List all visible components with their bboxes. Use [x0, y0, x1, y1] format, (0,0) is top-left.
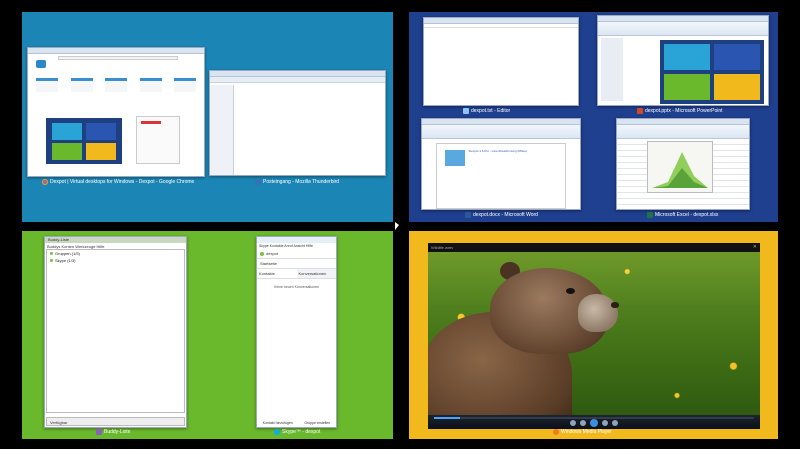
mouse-cursor-icon — [395, 222, 399, 230]
add-contact-button[interactable]: Kontakt hinzufügen — [263, 421, 293, 425]
tab-contacts[interactable]: Kontakte — [257, 269, 297, 278]
doc-image — [445, 150, 465, 166]
demo-screenshot — [46, 118, 122, 164]
doc-heading: Dexpot 1.6 Pro - Lizenzbestimmung (Miete… — [469, 149, 527, 153]
status-icon — [50, 252, 53, 255]
play-pause-icon[interactable] — [590, 419, 598, 427]
chrome-icon — [42, 179, 48, 185]
buddy-list-caption[interactable]: Buddy-Liste — [96, 429, 130, 435]
ribbon[interactable] — [617, 125, 749, 139]
video-frame[interactable] — [428, 252, 760, 429]
word-icon — [465, 212, 471, 218]
pidgin-icon — [96, 429, 102, 435]
volume-icon[interactable] — [612, 420, 618, 426]
powerpoint-caption[interactable]: dexpot.pptx - Microsoft PowerPoint — [637, 108, 723, 114]
buddy-list-window[interactable]: Buddy-Liste Buddys Konten Werkzeuge Hilf… — [44, 236, 187, 428]
status-selector[interactable]: Verfügbar — [46, 417, 185, 426]
chrome-window[interactable] — [27, 47, 205, 177]
status-label: Verfügbar — [50, 420, 68, 425]
home-label: Startseite — [260, 261, 277, 266]
user-status-icon — [260, 251, 264, 256]
thunderbird-window[interactable] — [209, 70, 386, 176]
excel-icon — [647, 212, 653, 218]
player-caption-label: Windows Media Player — [561, 429, 612, 435]
marmot-nose — [611, 302, 619, 308]
address-bar[interactable] — [58, 56, 178, 60]
skype-username: dexpot — [266, 251, 279, 256]
skype-footer: Kontakt hinzufügen Gruppe erstellen — [257, 421, 336, 425]
list-item[interactable]: Gruppen (1/5) — [47, 250, 184, 257]
document-page[interactable]: Dexpot 1.6 Pro - Lizenzbestimmung (Miete… — [436, 143, 566, 209]
area-chart[interactable] — [647, 141, 713, 193]
chrome-caption-label: Dexpot | Virtual desktops for Windows - … — [50, 179, 195, 185]
ribbon[interactable] — [422, 125, 580, 139]
create-group-button[interactable]: Gruppe erstellen — [304, 421, 330, 425]
promo-box — [136, 116, 180, 164]
menu-bar[interactable] — [424, 24, 578, 28]
ribbon[interactable] — [598, 22, 768, 36]
status-icon — [50, 259, 53, 262]
skype-caption[interactable]: Skype™ - dexpot — [274, 429, 320, 435]
dexpot-logo — [36, 60, 46, 68]
powerpoint-caption-label: dexpot.pptx - Microsoft PowerPoint — [645, 108, 723, 114]
buddy-caption-label: Buddy-Liste — [104, 429, 131, 435]
empty-conversations-text: Keine neuen Konversationen — [274, 285, 319, 289]
media-player-window[interactable]: Wildlife.wmv ✕ — [428, 243, 760, 429]
skype-window[interactable]: Skype Kontakte Anruf Ansicht Hilfe dexpo… — [256, 236, 337, 428]
word-caption-label: dexpot.docx - Microsoft Word — [473, 212, 538, 218]
excel-caption[interactable]: Microsoft Excel - dexpot.xlsx — [647, 212, 718, 218]
skype-caption-label: Skype™ - dexpot — [282, 429, 321, 435]
desktop-1[interactable]: Dexpot | Virtual desktops for Windows - … — [22, 12, 393, 222]
site-navigation — [36, 78, 196, 92]
buddy-contact-list[interactable]: Gruppen (1/5) Skype (1/3) — [46, 249, 185, 413]
excel-caption-label: Microsoft Excel - dexpot.xlsx — [655, 212, 719, 218]
close-icon[interactable]: ✕ — [753, 244, 757, 250]
editor-window[interactable] — [423, 17, 579, 106]
desktop-3[interactable]: Buddy-Liste Buddys Konten Werkzeuge Hilf… — [22, 231, 393, 439]
previous-icon[interactable] — [580, 420, 586, 426]
stop-icon[interactable] — [570, 420, 576, 426]
player-title: Wildlife.wmv — [431, 245, 454, 250]
slide-canvas[interactable] — [660, 40, 764, 104]
skype-home-item[interactable]: Startseite — [257, 259, 336, 269]
playback-controls[interactable] — [428, 415, 760, 429]
skype-profile[interactable]: dexpot — [257, 249, 336, 259]
skype-icon — [274, 429, 280, 435]
thunderbird-icon — [255, 179, 261, 185]
notepad-icon — [463, 108, 469, 114]
desktop-2[interactable]: dexpot.txt - Editor dexpot.pptx - Micros… — [409, 12, 778, 222]
folder-pane[interactable] — [210, 85, 234, 175]
desktop-4[interactable]: Wildlife.wmv ✕ Windows Media Player — [409, 231, 778, 439]
chart-shape — [652, 152, 708, 188]
powerpoint-icon — [637, 108, 643, 114]
media-player-icon — [553, 429, 559, 435]
editor-caption-label: dexpot.txt - Editor — [471, 108, 511, 114]
thunderbird-caption-label: Posteingang - Mozilla Thunderbird — [263, 179, 340, 185]
skype-tabs[interactable]: Kontakte Konversationen — [257, 269, 336, 279]
group-label: Skype (1/3) — [55, 258, 76, 263]
powerpoint-window[interactable] — [597, 15, 769, 106]
player-titlebar[interactable]: Wildlife.wmv ✕ — [428, 243, 760, 252]
marmot-eye — [566, 288, 575, 294]
word-window[interactable]: Dexpot 1.6 Pro - Lizenzbestimmung (Miete… — [421, 118, 581, 210]
media-player-caption[interactable]: Windows Media Player — [553, 429, 612, 435]
word-caption[interactable]: dexpot.docx - Microsoft Word — [465, 212, 538, 218]
toolbar — [210, 77, 385, 83]
slide-thumbnails[interactable] — [601, 38, 623, 101]
thunderbird-caption[interactable]: Posteingang - Mozilla Thunderbird — [255, 179, 339, 185]
marmot-snout — [578, 294, 618, 332]
window-titlebar[interactable] — [28, 48, 204, 54]
chrome-caption[interactable]: Dexpot | Virtual desktops for Windows - … — [42, 179, 194, 185]
group-label: Gruppen (1/5) — [55, 251, 80, 256]
editor-caption[interactable]: dexpot.txt - Editor — [463, 108, 510, 114]
list-item[interactable]: Skype (1/3) — [47, 257, 184, 264]
seek-bar-fill — [434, 417, 460, 419]
control-buttons — [428, 419, 760, 427]
excel-window[interactable] — [616, 118, 750, 210]
next-icon[interactable] — [602, 420, 608, 426]
tab-conversations[interactable]: Konversationen — [296, 269, 336, 278]
